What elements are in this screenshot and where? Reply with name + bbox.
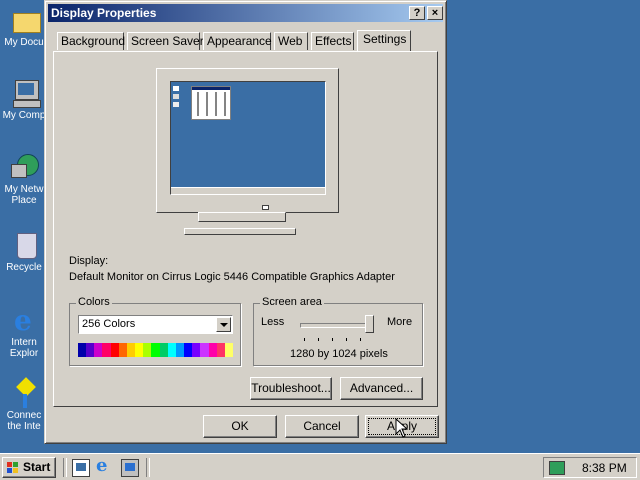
palette-swatch xyxy=(86,343,95,357)
help-button[interactable]: ? xyxy=(409,6,425,20)
taskbar: Start e 8:38 PM xyxy=(0,453,640,480)
slider-ticks xyxy=(304,338,372,341)
desktop-icon-recycle-bin[interactable]: Recycle xyxy=(0,230,48,273)
outlook-express-icon[interactable] xyxy=(121,459,139,477)
windows-logo-icon xyxy=(7,462,19,474)
display-properties-window: Display Properties ? × Background Screen… xyxy=(44,0,447,444)
tab-web[interactable]: Web xyxy=(274,32,308,50)
palette-swatch xyxy=(102,343,111,357)
desktop-icon-my-computer[interactable]: My Comp xyxy=(0,78,48,121)
taskbar-divider xyxy=(146,458,150,477)
preview-window xyxy=(191,86,231,120)
folder-icon xyxy=(9,5,41,35)
desktop-icon-my-documents[interactable]: My Docu xyxy=(0,5,48,48)
tab-background[interactable]: Background xyxy=(57,32,125,50)
palette-swatch xyxy=(224,343,233,357)
tab-appearance[interactable]: Appearance xyxy=(203,32,272,50)
palette-swatch xyxy=(143,343,152,357)
palette-swatch xyxy=(94,343,103,357)
screen-area-slider-track[interactable] xyxy=(300,323,374,328)
network-icon xyxy=(9,152,39,182)
tray-network-icon[interactable] xyxy=(549,461,565,475)
internet-explorer-icon: e xyxy=(14,304,32,337)
system-tray: 8:38 PM xyxy=(543,457,637,478)
preview-taskbar xyxy=(171,187,325,194)
palette-swatch xyxy=(175,343,185,357)
palette-swatch xyxy=(216,343,225,357)
start-label: Start xyxy=(23,460,51,474)
palette-swatch xyxy=(184,343,193,357)
desktop-icon-internet-explorer[interactable]: e Intern Explor xyxy=(0,304,48,360)
tab-settings[interactable]: Settings xyxy=(357,30,411,51)
color-palette-bar xyxy=(78,343,233,357)
desktop-icon-connect-internet[interactable]: Connec the Inte xyxy=(0,377,48,432)
ok-button[interactable]: OK xyxy=(203,415,277,438)
quicklaunch-divider xyxy=(63,458,67,477)
start-button[interactable]: Start xyxy=(2,457,56,478)
colors-group-label: Colors xyxy=(76,296,112,308)
palette-swatch xyxy=(126,343,136,357)
less-label: Less xyxy=(261,316,285,328)
display-label: Display: xyxy=(69,255,109,267)
advanced-button[interactable]: Advanced... xyxy=(340,377,423,400)
palette-swatch xyxy=(110,343,119,357)
monitor-preview-screen xyxy=(170,81,326,195)
computer-icon xyxy=(9,78,41,108)
more-label: More xyxy=(387,316,413,328)
monitor-stand-neck xyxy=(198,212,286,222)
recycle-bin-icon xyxy=(9,230,39,260)
palette-swatch xyxy=(200,343,209,357)
cancel-button[interactable]: Cancel xyxy=(285,415,359,438)
palette-swatch xyxy=(167,343,176,357)
window-title: Display Properties xyxy=(51,6,157,20)
tab-effects[interactable]: Effects xyxy=(311,32,354,50)
dropdown-arrow-icon[interactable] xyxy=(216,317,231,332)
palette-swatch xyxy=(135,343,144,357)
colors-select[interactable]: 256 Colors xyxy=(78,315,233,334)
screen-area-group: Screen area Less More 1280 by 1024 pixel… xyxy=(253,296,423,366)
close-button[interactable]: × xyxy=(427,6,443,20)
clock[interactable]: 8:38 PM xyxy=(582,461,627,475)
display-adapter-text: Default Monitor on Cirrus Logic 5446 Com… xyxy=(69,271,395,283)
screen-area-slider-thumb[interactable] xyxy=(365,315,374,333)
preview-desktop-icons xyxy=(173,86,181,114)
palette-swatch xyxy=(192,343,201,357)
desktop-icon-my-network-places[interactable]: My Netw Place xyxy=(0,152,48,206)
internet-explorer-quicklaunch-icon[interactable]: e xyxy=(96,457,114,475)
mouse-cursor-icon xyxy=(395,418,409,438)
screen-area-group-label: Screen area xyxy=(260,296,324,308)
colors-select-value: 256 Colors xyxy=(82,318,136,330)
monitor-stand-base xyxy=(184,228,296,235)
connect-wizard-icon xyxy=(9,377,39,408)
monitor-preview xyxy=(156,68,339,213)
monitor-power-light xyxy=(262,205,269,210)
palette-swatch xyxy=(118,343,127,357)
palette-swatch xyxy=(159,343,168,357)
tab-screen-saver[interactable]: Screen Saver xyxy=(127,32,204,50)
palette-swatch xyxy=(208,343,217,357)
settings-panel: Display: Default Monitor on Cirrus Logic… xyxy=(53,51,438,407)
palette-swatch xyxy=(151,343,160,357)
colors-group: Colors 256 Colors xyxy=(69,296,241,366)
title-bar[interactable]: Display Properties ? × xyxy=(48,4,443,22)
show-desktop-icon[interactable] xyxy=(72,459,90,477)
resolution-text: 1280 by 1024 pixels xyxy=(290,348,388,360)
troubleshoot-button[interactable]: Troubleshoot... xyxy=(250,377,332,400)
palette-swatch xyxy=(78,343,87,357)
